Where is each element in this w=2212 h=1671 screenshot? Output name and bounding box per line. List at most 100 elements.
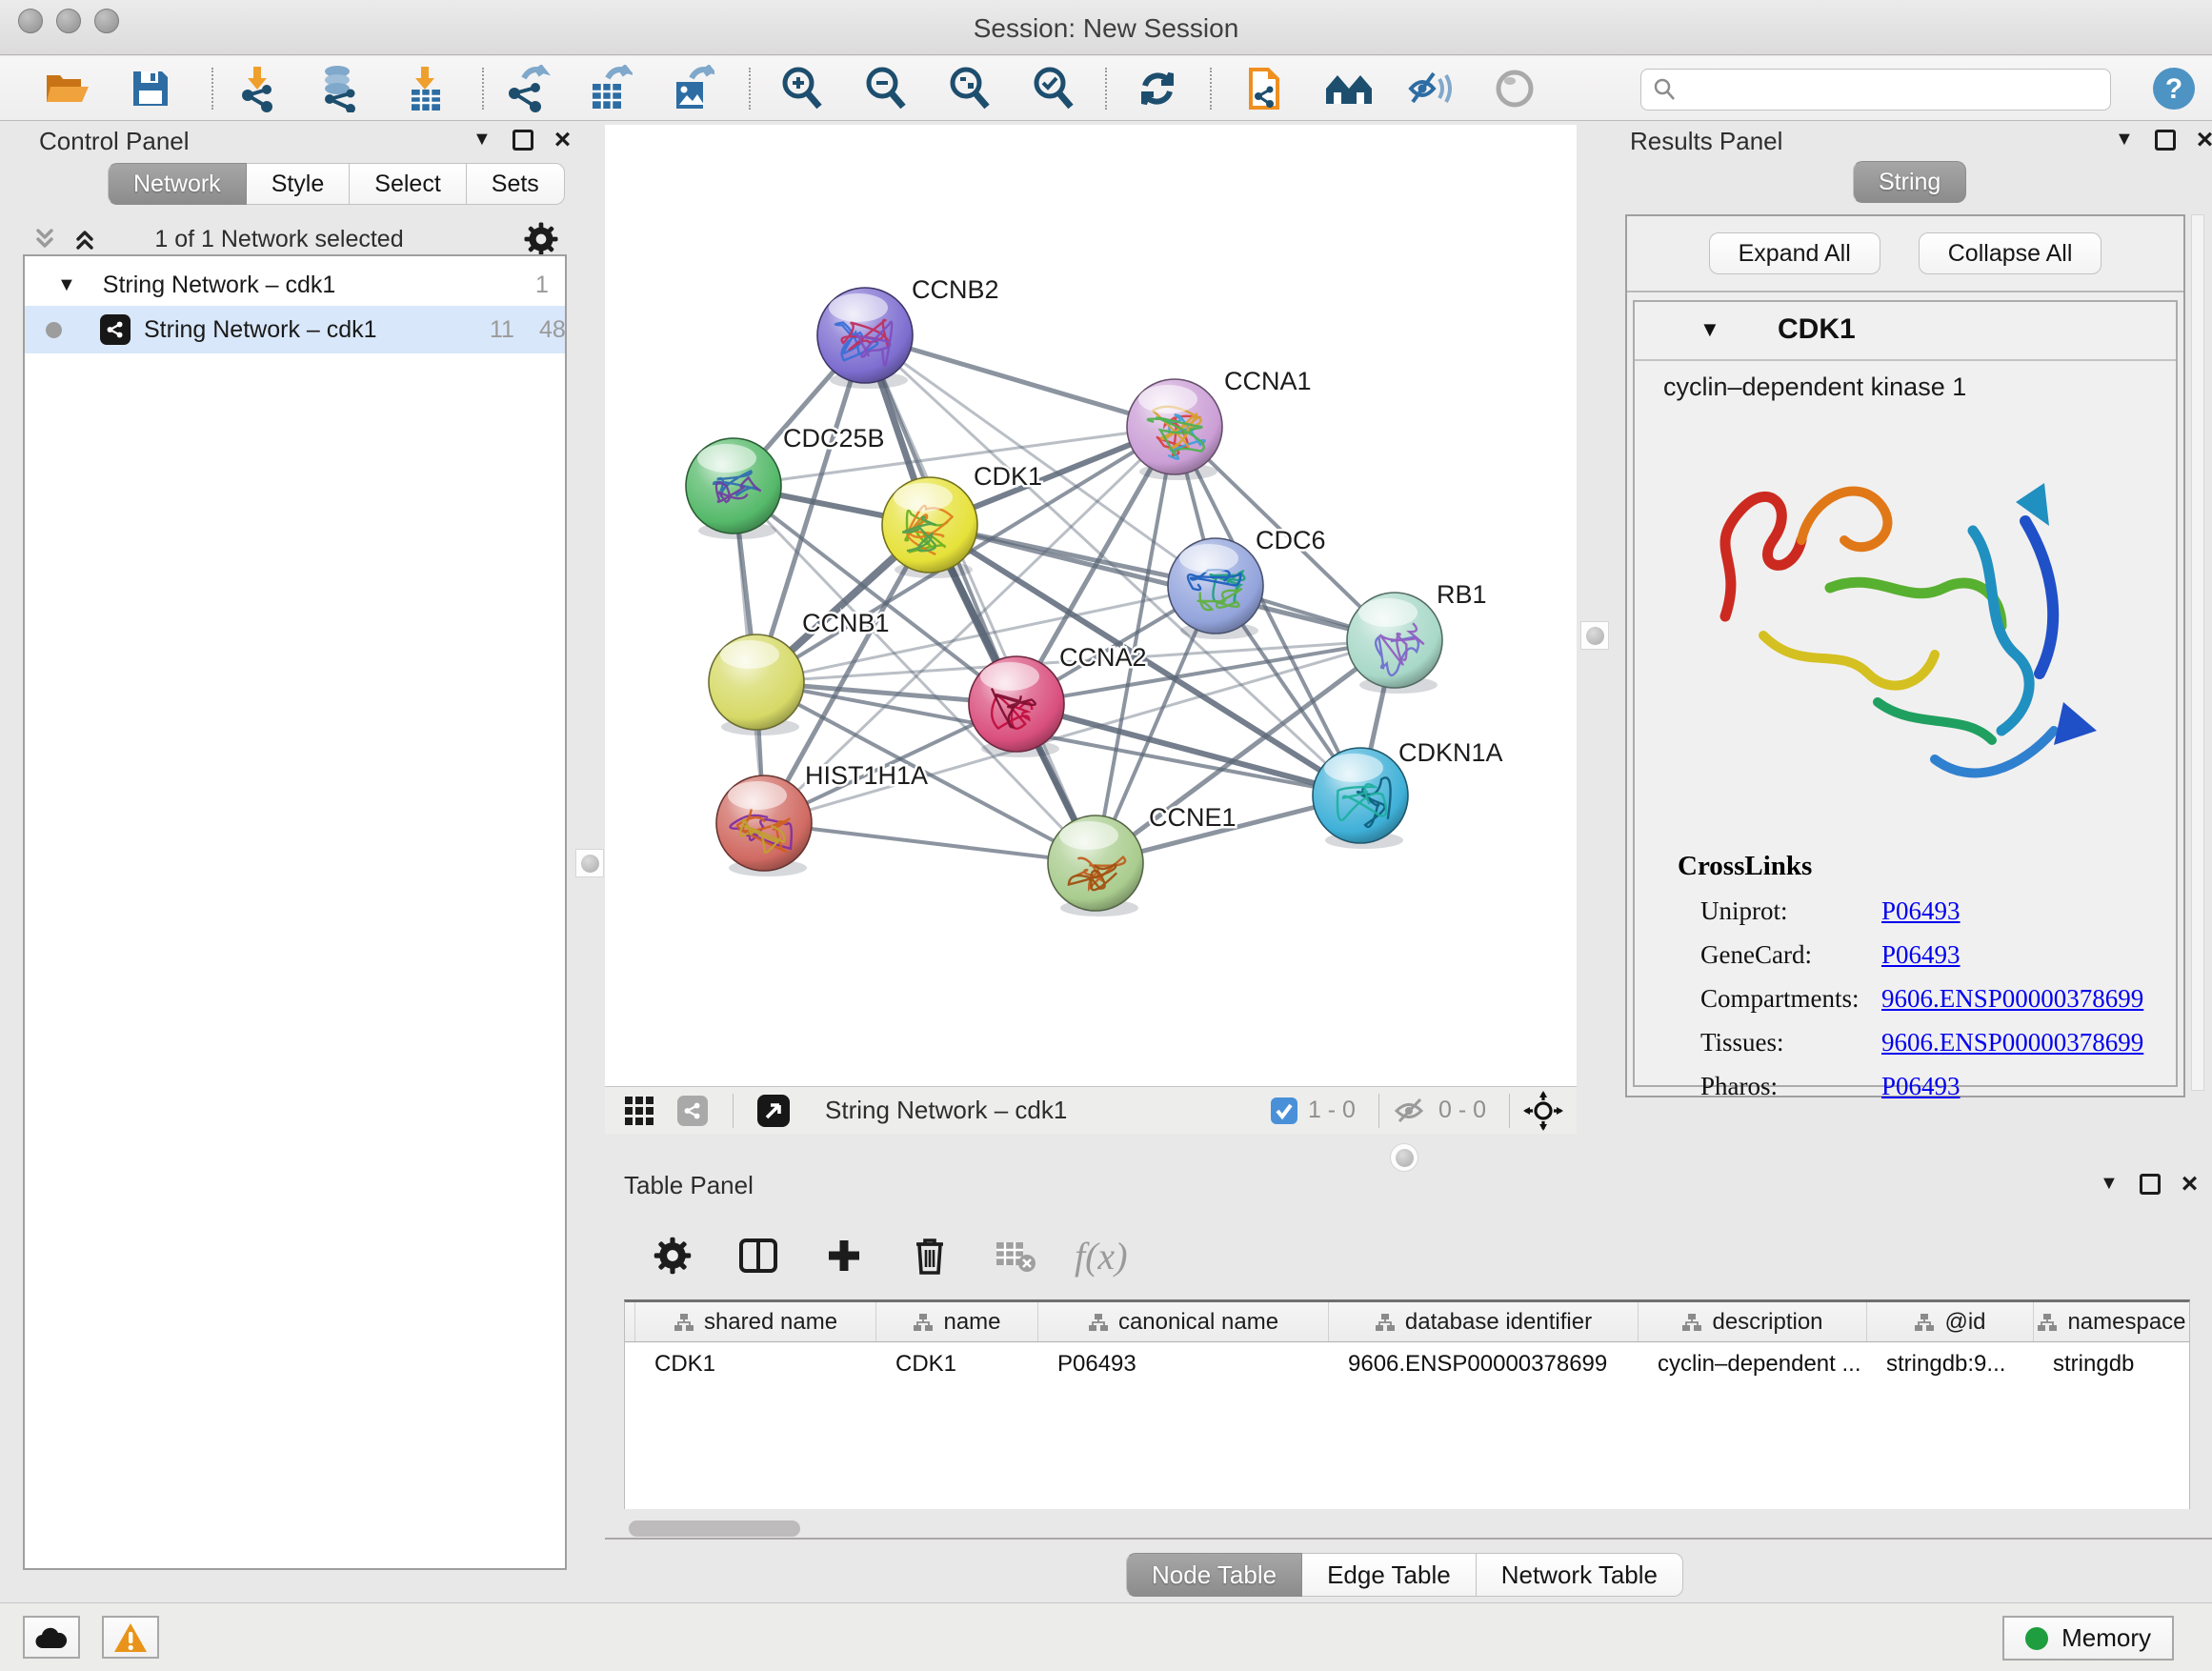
protein-collapse-caret[interactable]: ▼ bbox=[1699, 317, 1720, 342]
network-node-CCNA2[interactable] bbox=[969, 656, 1064, 757]
network-node-CCNB1[interactable] bbox=[709, 634, 804, 735]
node-label: CCNB1 bbox=[802, 609, 890, 637]
birdseye-view-button[interactable] bbox=[747, 1084, 800, 1137]
crosslink-pharos-link[interactable]: P06493 bbox=[1881, 1072, 1961, 1101]
table-header-row: shared name name canonical name database… bbox=[625, 1302, 2189, 1342]
panel-close-button[interactable]: × bbox=[2182, 1174, 2199, 1195]
table-settings-button[interactable] bbox=[646, 1229, 699, 1282]
selected-checkbox[interactable] bbox=[1270, 1097, 1298, 1125]
trash-icon bbox=[911, 1235, 949, 1277]
help-icon: ? bbox=[2151, 66, 2197, 111]
panel-maximize-button[interactable] bbox=[513, 130, 533, 151]
column-header-shared-name[interactable]: shared name bbox=[635, 1302, 876, 1341]
grid-view-button[interactable] bbox=[613, 1084, 666, 1137]
hidden-eye-icon[interactable] bbox=[1393, 1097, 1429, 1125]
network-edge-count: 48 bbox=[539, 316, 566, 344]
sphere-icon bbox=[1494, 68, 1536, 110]
refresh-button[interactable] bbox=[1129, 62, 1186, 115]
tree-caret-icon[interactable]: ▼ bbox=[57, 274, 76, 296]
left-splitter-handle[interactable] bbox=[575, 849, 604, 877]
panel-float-button[interactable]: ▼ bbox=[2100, 1173, 2119, 1195]
delete-column-button[interactable] bbox=[903, 1229, 956, 1282]
results-scrollbar[interactable] bbox=[2191, 214, 2204, 1091]
zoom-selected-button[interactable] bbox=[1025, 62, 1082, 115]
hide-unhide-button[interactable] bbox=[1402, 62, 1459, 115]
open-file-button[interactable] bbox=[38, 62, 95, 115]
table-row[interactable]: CDK1 CDK1 P06493 9606.ENSP00000378699 cy… bbox=[625, 1342, 2189, 1386]
home-button[interactable] bbox=[1320, 62, 1377, 115]
column-header-database-identifier[interactable]: database identifier bbox=[1329, 1302, 1639, 1341]
network-node-RB1[interactable] bbox=[1347, 593, 1442, 694]
column-header-description[interactable]: description bbox=[1639, 1302, 1867, 1341]
network-row-selected[interactable]: String Network – cdk1 11 48 bbox=[25, 306, 565, 353]
expand-all-button[interactable]: Expand All bbox=[1709, 232, 1880, 274]
network-edge[interactable] bbox=[865, 335, 1175, 427]
network-node-HIST1H1A[interactable] bbox=[716, 775, 812, 876]
collapse-all-icon[interactable] bbox=[29, 223, 61, 255]
export-table-button[interactable] bbox=[581, 62, 638, 115]
tab-string[interactable]: String bbox=[1853, 161, 1966, 203]
network-edge[interactable] bbox=[764, 823, 1096, 863]
network-canvas[interactable]: CCNB2CCNA1CDC25BCDK1CDC6RB1CCNB1CCNA2CDK… bbox=[605, 125, 1577, 1086]
function-builder-button: f(x) bbox=[1075, 1229, 1128, 1282]
node-label: CDC25B bbox=[783, 424, 885, 453]
panel-maximize-button[interactable] bbox=[2140, 1174, 2161, 1195]
crosslink-tissues-link[interactable]: 9606.ENSP00000378699 bbox=[1881, 1028, 2143, 1057]
export-network-button[interactable] bbox=[499, 62, 556, 115]
fit-content-button[interactable] bbox=[1523, 1091, 1563, 1131]
panel-close-button[interactable]: × bbox=[554, 130, 572, 151]
inspect-button[interactable] bbox=[1486, 62, 1543, 115]
network-node-CDKN1A[interactable] bbox=[1313, 748, 1408, 849]
search-input[interactable] bbox=[1678, 76, 2097, 103]
node-label: CDK1 bbox=[974, 462, 1042, 491]
network-graph[interactable]: CCNB2CCNA1CDC25BCDK1CDC6RB1CCNB1CCNA2CDK… bbox=[605, 125, 1577, 1086]
import-network-database-button[interactable] bbox=[311, 62, 368, 115]
tab-network[interactable]: Network bbox=[108, 163, 247, 205]
tab-edge-table[interactable]: Edge Table bbox=[1302, 1553, 1477, 1597]
panel-float-button[interactable]: ▼ bbox=[2115, 129, 2134, 151]
zoom-fit-button[interactable] bbox=[941, 62, 998, 115]
import-table-file-button[interactable] bbox=[396, 62, 453, 115]
help-button[interactable]: ? bbox=[2145, 62, 2202, 115]
save-session-button[interactable] bbox=[122, 62, 179, 115]
crosslink-uniprot-link[interactable]: P06493 bbox=[1881, 896, 1961, 926]
crosslink-compartments-link[interactable]: 9606.ENSP00000378699 bbox=[1881, 984, 2143, 1014]
column-header-name[interactable]: name bbox=[876, 1302, 1038, 1341]
network-node-CDC25B[interactable] bbox=[686, 438, 781, 539]
memory-button[interactable]: Memory bbox=[2002, 1616, 2174, 1661]
tab-network-table[interactable]: Network Table bbox=[1477, 1553, 1683, 1597]
collapse-all-button[interactable]: Collapse All bbox=[1919, 232, 2102, 274]
gear-icon[interactable] bbox=[522, 220, 560, 258]
zoom-out-button[interactable] bbox=[857, 62, 915, 115]
panel-maximize-button[interactable] bbox=[2155, 130, 2176, 151]
column-header-namespace[interactable]: namespace bbox=[2034, 1302, 2189, 1341]
panel-close-button[interactable]: × bbox=[2197, 130, 2212, 151]
column-header-canonical-name[interactable]: canonical name bbox=[1038, 1302, 1329, 1341]
share-document-button[interactable] bbox=[1237, 62, 1294, 115]
network-collection-row[interactable]: ▼ String Network – cdk1 1 bbox=[25, 264, 565, 306]
tab-style[interactable]: Style bbox=[247, 163, 351, 205]
export-image-icon bbox=[669, 65, 714, 112]
crosslink-genecard-link[interactable]: P06493 bbox=[1881, 940, 1961, 970]
network-node-CCNA1[interactable] bbox=[1127, 379, 1222, 480]
share-view-button[interactable] bbox=[666, 1084, 719, 1137]
network-node-CDC6[interactable] bbox=[1168, 538, 1263, 639]
search-field[interactable] bbox=[1640, 69, 2111, 111]
protein-structure-image bbox=[1687, 416, 2125, 836]
right-splitter-handle[interactable] bbox=[1580, 621, 1609, 650]
zoom-in-button[interactable] bbox=[774, 62, 831, 115]
node-table: shared name name canonical name database… bbox=[624, 1299, 2190, 1509]
add-column-button[interactable] bbox=[817, 1229, 871, 1282]
show-columns-button[interactable] bbox=[732, 1229, 785, 1282]
warning-status-button[interactable] bbox=[102, 1616, 159, 1659]
cloud-status-button[interactable] bbox=[23, 1616, 80, 1659]
column-header-id[interactable]: @id bbox=[1867, 1302, 2034, 1341]
tab-select[interactable]: Select bbox=[350, 163, 466, 205]
table-horizontal-scrollbar[interactable] bbox=[629, 1520, 800, 1537]
tab-sets[interactable]: Sets bbox=[467, 163, 565, 205]
panel-float-button[interactable]: ▼ bbox=[473, 129, 492, 151]
tab-node-table[interactable]: Node Table bbox=[1126, 1553, 1302, 1597]
network-node-CCNE1[interactable] bbox=[1048, 815, 1143, 916]
export-image-button[interactable] bbox=[663, 62, 720, 115]
import-network-file-button[interactable] bbox=[229, 62, 286, 115]
